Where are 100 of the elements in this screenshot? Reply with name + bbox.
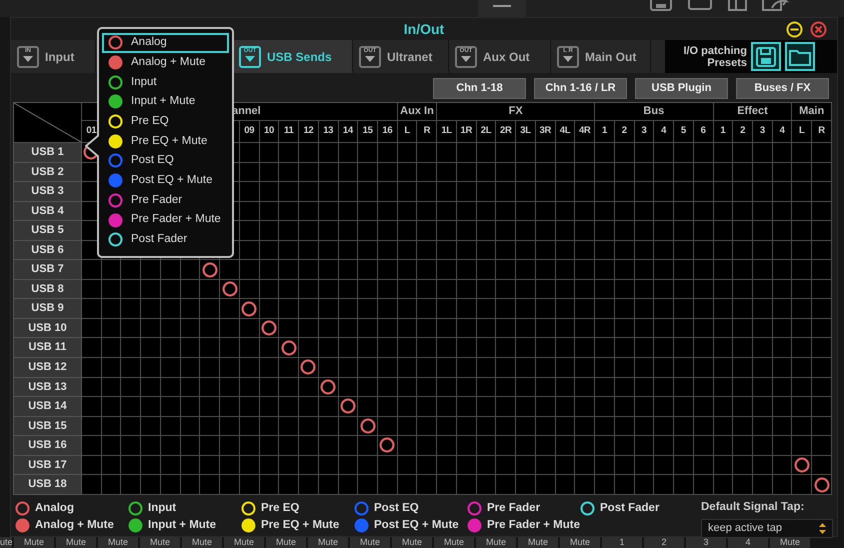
menu-item[interactable]: Pre EQ + Mute <box>102 131 229 152</box>
save-icon[interactable] <box>650 0 672 12</box>
menu-item[interactable]: Post Fader <box>102 230 229 250</box>
background-button[interactable]: Mute <box>140 537 180 548</box>
row-label: USB 1 <box>14 143 82 163</box>
page-icon[interactable] <box>688 0 712 11</box>
row-label: USB 18 <box>14 475 82 495</box>
column-group-header: Effect <box>714 103 792 121</box>
column-header: 2 <box>733 121 753 143</box>
diagonal-line <box>14 103 81 142</box>
column-group-header: Main <box>792 103 832 121</box>
patch-point <box>814 476 830 493</box>
row-label: USB 14 <box>14 397 82 417</box>
view-button[interactable]: Chn 1-16 / LR <box>534 78 627 99</box>
column-header: 6 <box>694 121 714 143</box>
background-button[interactable]: ute <box>0 537 12 548</box>
arrow-icon[interactable] <box>762 0 790 12</box>
background-button[interactable]: Mute <box>14 537 54 548</box>
column-header: 09 <box>240 121 260 143</box>
menu-item[interactable]: Post EQ <box>102 151 229 171</box>
background-button[interactable]: 4 <box>728 537 768 548</box>
row-label: USB 5 <box>14 221 82 241</box>
menu-item[interactable]: Pre Fader + Mute <box>102 210 229 230</box>
row-label: USB 16 <box>14 436 82 456</box>
column-header: 5 <box>674 121 694 143</box>
row-label: USB 4 <box>14 202 82 222</box>
background-button[interactable]: 1 <box>602 537 642 548</box>
column-header: L <box>398 121 418 143</box>
minimize-button[interactable] <box>786 21 803 38</box>
column-header: 2R <box>496 121 516 143</box>
patch-point <box>83 144 100 160</box>
background-button[interactable]: Mute <box>434 537 474 548</box>
column-header: 3L <box>516 121 536 143</box>
patch-point <box>260 320 277 336</box>
stepper-icon <box>819 523 826 534</box>
copy-icon[interactable] <box>728 0 748 12</box>
background-button[interactable]: 3 <box>686 537 726 548</box>
row-label: USB 10 <box>14 318 82 338</box>
legend-label: Pre EQ <box>261 500 300 516</box>
background-button[interactable]: Mute <box>56 537 96 548</box>
legend-label: Post EQ <box>374 500 419 516</box>
column-header: 3 <box>634 121 654 143</box>
menu-item[interactable]: Post EQ + Mute <box>102 170 229 190</box>
row-label: USB 2 <box>14 162 82 182</box>
column-header: 3 <box>752 121 773 143</box>
background-button[interactable]: Mute <box>182 537 222 548</box>
menu-item[interactable]: Analog + Mute <box>102 52 229 72</box>
legend-label: Post EQ + Mute <box>374 518 459 533</box>
legend-label: Input + Mute <box>148 518 216 533</box>
presets-label: I/O patching Presets <box>682 44 747 68</box>
background-button[interactable]: Mute <box>770 537 810 548</box>
column-header: 4L <box>556 121 576 143</box>
legend-label: Pre EQ + Mute <box>261 518 340 533</box>
open-preset-button[interactable] <box>785 42 815 71</box>
patch-point <box>280 340 297 356</box>
legend-label: Pre Fader <box>487 500 540 516</box>
menu-item[interactable]: Analog <box>102 33 229 53</box>
patch-point <box>360 418 376 434</box>
legend-label: Analog + Mute <box>35 518 114 533</box>
background-button[interactable]: Mute <box>350 537 390 548</box>
column-header: 1 <box>595 121 615 143</box>
column-header: 1 <box>714 121 734 143</box>
close-button[interactable] <box>810 21 827 38</box>
row-label: USB 12 <box>14 358 82 378</box>
window-title: In/Out <box>404 20 444 38</box>
column-header: 15 <box>358 121 378 143</box>
patch-point <box>202 262 218 278</box>
column-header: 13 <box>318 121 339 143</box>
background-button[interactable]: Mute <box>392 537 432 548</box>
default-tap-label: Default Signal Tap: <box>701 500 806 515</box>
column-header: 10 <box>260 121 280 143</box>
view-button[interactable]: Buses / FX <box>736 78 829 99</box>
view-button[interactable]: Chn 1-18 <box>433 78 526 99</box>
row-label: USB 8 <box>14 280 82 300</box>
column-header: 16 <box>378 121 398 143</box>
column-header: R <box>812 121 832 143</box>
legend-label: Input <box>148 500 176 516</box>
default-tap-select[interactable]: keep active tap <box>701 519 833 538</box>
menu-item[interactable]: Input <box>102 72 229 92</box>
background-button[interactable]: Mute <box>98 537 138 548</box>
background-button[interactable]: Mute <box>224 537 264 548</box>
row-label: USB 9 <box>14 299 82 319</box>
column-group-header: Aux In <box>398 103 438 121</box>
background-button[interactable]: Mute <box>518 537 558 548</box>
patch-point <box>222 281 238 298</box>
background-button[interactable]: Mute <box>560 537 600 548</box>
background-button[interactable]: Mute <box>266 537 306 548</box>
row-label: USB 7 <box>14 260 82 280</box>
column-header: 12 <box>299 121 319 143</box>
patch-point <box>300 359 316 376</box>
menu-item[interactable]: Pre Fader <box>102 190 229 210</box>
column-header: 2L <box>476 121 496 143</box>
background-button[interactable]: Mute <box>476 537 516 548</box>
legend-label: Post Fader <box>600 500 660 516</box>
view-button[interactable]: USB Plugin <box>635 78 728 99</box>
column-group-header: Bus <box>595 103 714 121</box>
background-button[interactable]: 2 <box>644 537 684 548</box>
save-preset-button[interactable] <box>751 42 781 71</box>
minimize-icon[interactable] <box>478 0 526 17</box>
background-button[interactable]: Mute <box>308 537 348 548</box>
